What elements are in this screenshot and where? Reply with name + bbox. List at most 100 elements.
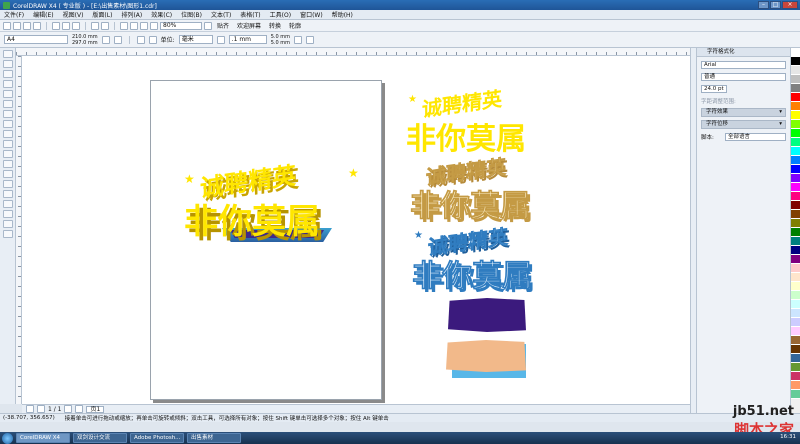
menu-view[interactable]: 视图(V) — [63, 10, 84, 19]
text-tool-icon[interactable] — [2, 150, 13, 158]
color-swatch[interactable] — [791, 57, 800, 66]
import-icon[interactable] — [120, 21, 128, 30]
next-page-icon[interactable] — [64, 405, 73, 413]
color-swatch[interactable] — [791, 48, 800, 57]
start-button[interactable] — [2, 432, 13, 444]
app-launcher-icon[interactable] — [140, 21, 148, 30]
copy-icon[interactable] — [62, 21, 70, 30]
close-button[interactable]: × — [782, 1, 798, 9]
zoom-level-select[interactable]: 80% — [160, 21, 202, 30]
page-size-select[interactable]: A4 — [4, 35, 68, 44]
open-icon[interactable] — [13, 21, 21, 30]
table-tool-icon[interactable] — [2, 160, 13, 168]
corel-online-icon[interactable] — [150, 21, 158, 30]
portrait-icon[interactable] — [101, 35, 110, 44]
outline-pen-tool-icon[interactable] — [2, 210, 13, 218]
color-swatch[interactable] — [791, 390, 800, 399]
color-swatch[interactable] — [791, 246, 800, 255]
artwork-yellow-variant[interactable]: 诚聘精英 非你莫属 ★ — [404, 86, 574, 157]
menu-table[interactable]: 表格(T) — [240, 10, 260, 19]
character-effects-section[interactable]: 字符效果 ▾ — [701, 108, 786, 117]
color-swatch[interactable] — [791, 372, 800, 381]
script-select[interactable]: 全部语言 — [725, 132, 786, 141]
object-treatment-icon[interactable] — [293, 35, 302, 44]
color-swatch[interactable] — [791, 381, 800, 390]
color-swatch[interactable] — [791, 237, 800, 246]
color-swatch[interactable] — [791, 201, 800, 210]
purple-banner-shape[interactable] — [448, 298, 526, 332]
page-height-field[interactable]: 297.0 mm — [72, 40, 98, 46]
color-swatch[interactable] — [791, 363, 800, 372]
polygon-tool-icon[interactable] — [2, 130, 13, 138]
taskbar-item-folder[interactable]: 出售素材 — [187, 433, 241, 443]
prev-page-icon[interactable] — [37, 405, 45, 413]
eyedropper-tool-icon[interactable] — [2, 200, 13, 208]
color-swatch[interactable] — [791, 174, 800, 183]
freehand-tool-icon[interactable] — [2, 90, 13, 98]
color-swatch[interactable] — [791, 309, 800, 318]
color-swatch[interactable] — [791, 93, 800, 102]
color-swatch[interactable] — [791, 75, 800, 84]
all-pages-icon[interactable] — [136, 35, 145, 44]
taskbar-item-design-forum[interactable]: 双剑设计交流 — [73, 433, 127, 443]
color-swatch[interactable] — [791, 120, 800, 129]
cut-icon[interactable] — [52, 21, 60, 30]
units-select[interactable]: 毫米 — [178, 35, 213, 44]
color-swatch[interactable] — [791, 210, 800, 219]
fill-treatment-icon[interactable] — [305, 35, 314, 44]
color-swatch[interactable] — [791, 147, 800, 156]
rectangle-tool-icon[interactable] — [2, 110, 13, 118]
convert-button[interactable]: 转换 — [266, 21, 284, 30]
color-swatch[interactable] — [791, 345, 800, 354]
menu-bitmaps[interactable]: 位图(B) — [181, 10, 202, 19]
smart-fill-tool-icon[interactable] — [2, 100, 13, 108]
color-swatch[interactable] — [791, 111, 800, 120]
current-page-icon[interactable] — [148, 35, 157, 44]
nudge-distance-field[interactable]: .1 mm — [228, 35, 267, 44]
color-swatch[interactable] — [791, 84, 800, 93]
color-swatch[interactable] — [791, 354, 800, 363]
color-swatch[interactable] — [791, 300, 800, 309]
color-swatch[interactable] — [791, 183, 800, 192]
duplicate-y-field[interactable]: 5.0 mm — [271, 40, 290, 46]
color-swatch[interactable] — [791, 282, 800, 291]
shape-tool-icon[interactable] — [2, 60, 13, 68]
drawing-canvas[interactable]: 诚聘精英 诚聘精英 非你莫属 非你莫属 ★ ★ 诚聘精英 非你莫属 ★ 诚聘精英… — [22, 56, 690, 404]
save-icon[interactable] — [23, 21, 31, 30]
color-swatch[interactable] — [791, 102, 800, 111]
menu-edit[interactable]: 编辑(E) — [33, 10, 53, 19]
color-swatch[interactable] — [791, 192, 800, 201]
menu-effects[interactable]: 效果(C) — [151, 10, 172, 19]
welcome-screen-button[interactable]: 欢迎屏幕 — [234, 21, 264, 30]
horizontal-ruler[interactable] — [16, 48, 690, 56]
color-swatch[interactable] — [791, 138, 800, 147]
new-document-icon[interactable] — [3, 21, 11, 30]
zoom-tool-icon[interactable] — [2, 80, 13, 88]
color-swatch[interactable] — [791, 327, 800, 336]
font-style-select[interactable]: 普通 — [701, 72, 786, 81]
undo-icon[interactable] — [91, 21, 99, 30]
color-swatch[interactable] — [791, 228, 800, 237]
interactive-fill-tool-icon[interactable] — [2, 230, 13, 238]
redo-icon[interactable] — [101, 21, 109, 30]
last-page-icon[interactable] — [75, 405, 84, 413]
page-tab[interactable]: 页1 — [86, 405, 105, 413]
menu-window[interactable]: 窗口(W) — [300, 10, 323, 19]
crop-tool-icon[interactable] — [2, 70, 13, 78]
outline-button[interactable]: 轮廓 — [286, 21, 304, 30]
parallel-dimension-tool-icon[interactable] — [2, 170, 13, 178]
snap-to-button[interactable]: 贴齐 — [214, 21, 232, 30]
ellipse-tool-icon[interactable] — [2, 120, 13, 128]
artwork-blue-variant[interactable]: 诚聘精英 诚聘精英 非你莫属 非你莫属 ★ — [410, 224, 580, 297]
color-swatch[interactable] — [791, 255, 800, 264]
color-swatch[interactable] — [791, 66, 800, 75]
maximize-button[interactable]: □ — [770, 1, 781, 9]
color-swatch[interactable] — [791, 336, 800, 345]
color-swatch[interactable] — [791, 165, 800, 174]
blend-tool-icon[interactable] — [2, 190, 13, 198]
basic-shapes-tool-icon[interactable] — [2, 140, 13, 148]
font-size-field[interactable]: 24.0 pt — [701, 84, 727, 93]
print-icon[interactable] — [33, 21, 41, 30]
peach-banner-shape[interactable] — [446, 340, 526, 372]
paste-icon[interactable] — [72, 21, 80, 30]
